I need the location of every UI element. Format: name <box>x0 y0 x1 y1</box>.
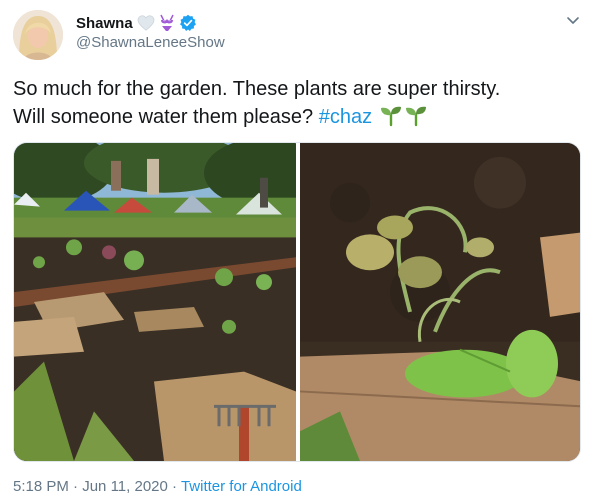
tweet-menu-button[interactable] <box>565 12 581 28</box>
seedling-icon <box>380 106 401 127</box>
hashtag-link[interactable]: #chaz <box>319 106 372 128</box>
seedling-icon <box>405 106 426 127</box>
author-handle[interactable]: @ShawnaLeneeShow <box>76 34 225 51</box>
wilted-basil-photo[interactable] <box>300 143 580 461</box>
chevron-down-icon <box>567 17 579 24</box>
tweet: Shawna @ShawnaLeneeShow So much for the … <box>0 0 593 504</box>
white-heart-icon <box>137 15 155 31</box>
media-grid <box>13 142 581 462</box>
author-name-row: Shawna <box>76 13 197 33</box>
tweet-source-link[interactable]: Twitter for Android <box>181 478 302 495</box>
tweet-text-line-2-body: Will someone water them please? <box>13 106 319 128</box>
tweet-text: So much for the garden. These plants are… <box>13 76 583 131</box>
tweet-time[interactable]: 5:18 PM <box>13 478 69 495</box>
meta-separator: · <box>172 478 178 495</box>
author-display-name[interactable]: Shawna <box>76 15 133 32</box>
verified-badge-icon <box>179 14 196 32</box>
meta-separator: · <box>73 478 79 495</box>
tweet-text-line-2: Will someone water them please? #chaz <box>13 103 583 131</box>
tweet-meta: 5:18 PM · Jun 11, 2020 · Twitter for And… <box>13 478 302 495</box>
tweet-date[interactable]: Jun 11, 2020 <box>82 478 168 495</box>
tweet-text-line-1: So much for the garden. These plants are… <box>13 78 501 100</box>
garden-photo[interactable] <box>14 143 296 461</box>
bikini-icon <box>160 14 174 31</box>
avatar[interactable] <box>13 10 63 60</box>
